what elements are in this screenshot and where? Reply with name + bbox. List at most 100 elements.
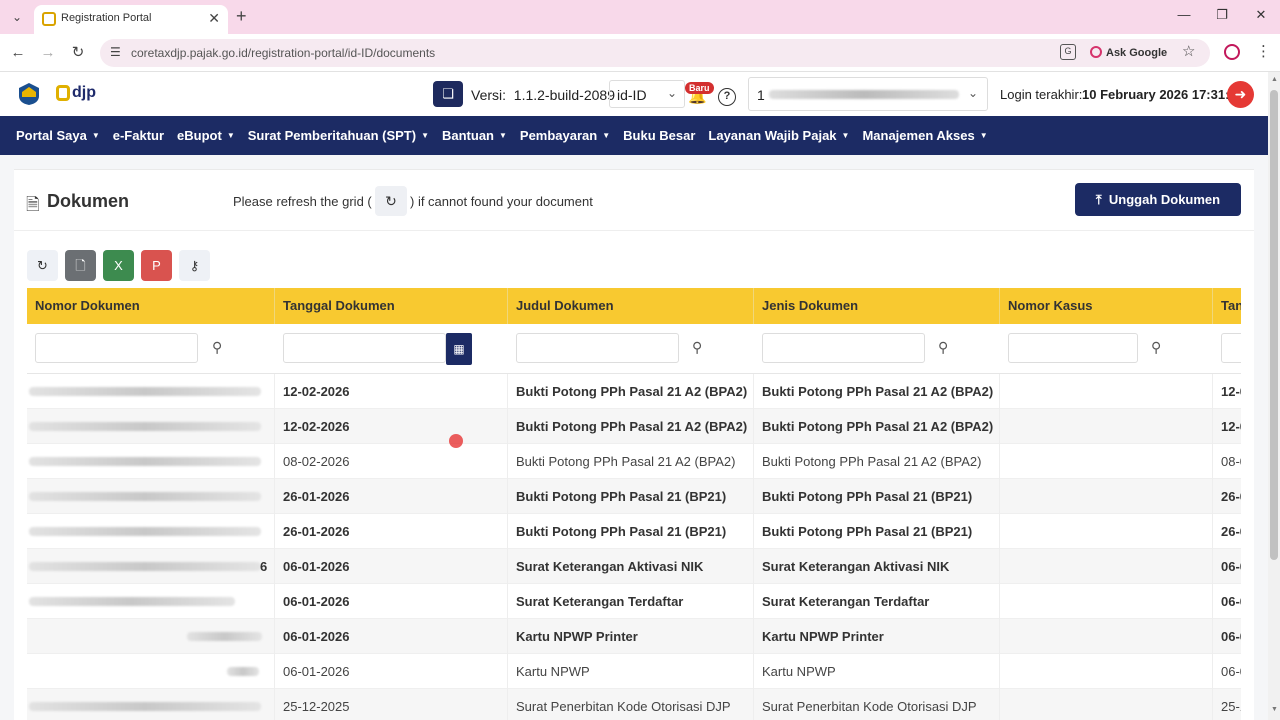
export-pdf-button[interactable]: P (141, 250, 172, 281)
page-scrollbar[interactable]: ▲ ▼ (1268, 72, 1280, 720)
caret-down-icon: ▼ (979, 131, 988, 140)
nav-item-surat-pemberitahuan-spt[interactable]: Surat Pemberitahuan (SPT) ▼ (248, 128, 429, 143)
nav-item-pembayaran[interactable]: Pembayaran ▼ (520, 128, 610, 143)
table-row[interactable]: 06-01-2026Kartu NPWPKartu NPWP06-0 (27, 654, 1241, 689)
cell-tanggal: 12-0 (1213, 374, 1241, 409)
column-header-tanggal[interactable]: Tan (1213, 288, 1241, 324)
nav-item-label: Pembayaran (519, 128, 598, 143)
nav-item-e-faktur[interactable]: e-Faktur (113, 128, 164, 143)
language-select[interactable]: id-ID ⌄ (609, 80, 685, 108)
upload-icon: ⤒ (1095, 192, 1102, 207)
nav-item-layanan-wajib-pajak[interactable]: Layanan Wajib Pajak ▼ (708, 128, 849, 143)
profile-avatar-icon[interactable] (1224, 44, 1240, 60)
nav-item-portal-saya[interactable]: Portal Saya ▼ (16, 128, 100, 143)
help-question-icon[interactable]: ? (718, 88, 736, 106)
table-row[interactable]: 12-02-2026 Bukti Potong PPh Pasal 21 A2 (… (27, 409, 1241, 444)
url-omnibox[interactable]: ☰ coretaxdjp.pajak.go.id/registration-po… (100, 39, 1210, 67)
table-row[interactable]: 06-01-2026 Kartu NPWP Printer Kartu NPWP P… (27, 619, 1241, 654)
column-header-jenis-dokumen[interactable]: Jenis Dokumen (754, 288, 1000, 324)
nav-item-label: Layanan Wajib Pajak (708, 128, 837, 143)
url-text[interactable]: coretaxdjp.pajak.go.id/registration-port… (131, 46, 435, 60)
nav-item-ebupot[interactable]: eBupot ▼ (177, 128, 235, 143)
nav-item-buku-besar[interactable]: Buku Besar (623, 128, 695, 143)
site-info-icon[interactable]: ☰ (110, 45, 121, 59)
browser-tab[interactable]: Registration Portal ✕ (34, 5, 228, 34)
back-arrow-icon[interactable]: ← (8, 43, 28, 63)
filter-input-tanggal[interactable] (1221, 333, 1241, 363)
minimize-icon[interactable]: — (1174, 7, 1194, 22)
inline-refresh-button[interactable]: ↻ (375, 186, 407, 216)
clear-filter-button[interactable]: ⚷ (179, 250, 210, 281)
reload-icon[interactable]: ↻ (68, 43, 88, 63)
column-header-tanggal-dokumen[interactable]: Tanggal Dokumen (275, 288, 508, 324)
export-excel-button[interactable]: X (103, 250, 134, 281)
nav-item-manajemen-akses[interactable]: Manajemen Akses ▼ (862, 128, 987, 143)
logout-button[interactable]: ➜ (1227, 81, 1254, 108)
cell-jenis-dokumen: Kartu NPWP Printer (754, 619, 1000, 654)
scroll-up-arrow-icon[interactable]: ▲ (1271, 76, 1278, 83)
scrollbar-thumb[interactable] (1270, 90, 1278, 560)
calendar-icon[interactable]: ▦ (446, 333, 472, 365)
cell-jenis-dokumen: Kartu NPWP (754, 654, 1000, 689)
table-row[interactable]: 25-12-2025 Surat Penerbitan Kode Otorisas… (27, 689, 1241, 720)
table-row[interactable]: 6 06-01-2026 Surat Keterangan Aktivasi NIK… (27, 549, 1241, 584)
caret-down-icon: ▼ (226, 131, 235, 140)
nav-item-label: Manajemen Akses (862, 128, 975, 143)
cell-nomor-dokumen (27, 654, 275, 689)
table-row[interactable]: 12-02-2026 Bukti Potong PPh Pasal 21 A2 (… (27, 374, 1241, 409)
column-header-nomor-kasus[interactable]: Nomor Kasus (1000, 288, 1213, 324)
tab-close-icon[interactable]: ✕ (208, 10, 220, 27)
bookmark-star-icon[interactable]: ☆ (1182, 42, 1195, 60)
caret-down-icon: ▼ (841, 131, 850, 140)
cell-nomor-kasus (1000, 549, 1213, 584)
filter-clear-icon: ⚷ (189, 258, 200, 273)
nav-item-label: Buku Besar (623, 128, 696, 143)
account-value: 1 (757, 87, 765, 103)
filter-input-tanggal-dokumen[interactable] (283, 333, 446, 363)
cell-nomor-kasus (1000, 444, 1213, 479)
tab-search-chevron-icon[interactable]: ⌄ (8, 8, 26, 26)
cell-nomor-kasus (1000, 619, 1213, 654)
table-row[interactable]: 06-01-2026 Surat Keterangan Terdaftar Sura… (27, 584, 1241, 619)
browser-menu-icon[interactable]: ⋮ (1256, 42, 1271, 60)
refresh-grid-button[interactable]: ↻ (27, 250, 58, 281)
maximize-icon[interactable]: ❐ (1212, 7, 1232, 23)
table-row[interactable]: 26-01-2026 Bukti Potong PPh Pasal 21 (BP2… (27, 479, 1241, 514)
browser-tab-bar: ⌄ Registration Portal ✕ + — ❐ ✕ (0, 0, 1280, 34)
chevron-down-icon: ⌄ (666, 86, 677, 100)
filter-icon[interactable]: ⚲ (938, 339, 948, 356)
cell-nomor-kasus (1000, 514, 1213, 549)
cell-tanggal: 25-1 (1213, 689, 1241, 720)
filter-input-nomor-kasus[interactable] (1008, 333, 1138, 363)
upload-document-button[interactable]: ⤒ Unggah Dokumen (1075, 183, 1241, 216)
filter-input-nomor-dokumen[interactable] (35, 333, 198, 363)
filter-icon[interactable]: ⚲ (692, 339, 702, 356)
translate-icon[interactable]: G (1060, 44, 1076, 60)
version-info: Versi: 1.1.2-build-2089 (471, 87, 615, 103)
filter-input-judul-dokumen[interactable] (516, 333, 679, 363)
nav-item-bantuan[interactable]: Bantuan ▼ (442, 128, 507, 143)
redacted-document-number (29, 422, 261, 431)
cell-jenis-dokumen: Bukti Potong PPh Pasal 21 A2 (BPA2) (754, 409, 1000, 444)
clipboard-icon[interactable]: ❏ (433, 81, 463, 107)
cell-jenis-dokumen: Bukti Potong PPh Pasal 21 (BP21) (754, 514, 1000, 549)
redacted-document-number (29, 562, 261, 571)
table-row[interactable]: 26-01-2026 Bukti Potong PPh Pasal 21 (BP2… (27, 514, 1241, 549)
column-header-judul-dokumen[interactable]: Judul Dokumen (508, 288, 754, 324)
column-header-nomor-dokumen[interactable]: Nomor Dokumen (27, 288, 275, 324)
table-row[interactable]: 08-02-2026 Bukti Potong PPh Pasal 21 A2 (… (27, 444, 1241, 479)
cell-tanggal: 26-0 (1213, 514, 1241, 549)
ask-google-button[interactable]: Ask Google (1090, 43, 1167, 63)
filter-icon[interactable]: ⚲ (1151, 339, 1161, 356)
caret-down-icon: ▼ (91, 131, 100, 140)
window-close-icon[interactable]: ✕ (1251, 7, 1271, 23)
scroll-down-arrow-icon[interactable]: ▼ (1271, 706, 1278, 713)
taxpayer-account-select[interactable]: 1 ⌄ (748, 77, 988, 111)
filter-icon[interactable]: ⚲ (212, 339, 222, 356)
new-tab-plus-icon[interactable]: + (236, 6, 247, 27)
filter-input-jenis-dokumen[interactable] (762, 333, 925, 363)
forward-arrow-icon[interactable]: → (38, 43, 58, 63)
excel-file-icon: X (114, 258, 123, 273)
export-document-button[interactable]: 🗋 (65, 250, 96, 281)
cell-nomor-kasus (1000, 479, 1213, 514)
